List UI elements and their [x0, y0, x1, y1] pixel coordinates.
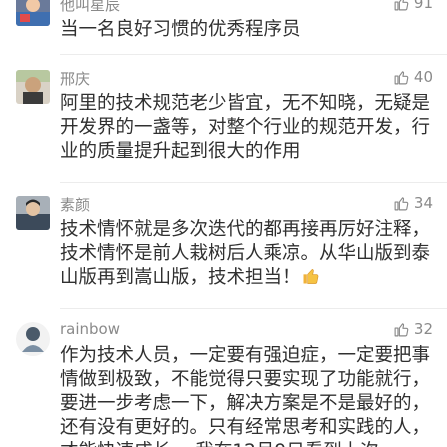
- comment-text: 阿里的技术规范老少皆宜，无不知晓，无疑是开发界的一盏等，对整个行业的规范开发，行…: [60, 93, 431, 162]
- like-count: 34: [413, 194, 433, 212]
- like-button[interactable]: 34: [393, 194, 433, 212]
- like-button[interactable]: 91: [393, 0, 433, 12]
- thumbs-up-icon: [394, 196, 409, 210]
- like-count: 40: [413, 68, 433, 86]
- avatar-image: [16, 0, 50, 26]
- comment-text: 当一名良好习惯的优秀程序员: [60, 19, 301, 40]
- thumbs-up-emoji: [303, 268, 318, 284]
- avatar-image: [16, 322, 50, 356]
- divider: [60, 182, 447, 183]
- comment-list: 他叫星辰 91 当一名良好习惯的优秀程序员 邢庆 40 阿里的技术规范老少皆宜，…: [0, 0, 447, 447]
- comment-author[interactable]: rainbow: [60, 320, 120, 338]
- like-count: 91: [413, 0, 433, 12]
- comment-author[interactable]: 他叫星辰: [60, 0, 120, 15]
- avatar-image: [16, 196, 50, 230]
- thumbs-up-icon: [394, 70, 409, 84]
- divider: [60, 308, 447, 309]
- like-button[interactable]: 32: [393, 320, 433, 338]
- comment-text: 技术情怀就是多次迭代的都再接再厉好注释，技术情怀是前人栽树后人乘凉。从华山版到泰…: [60, 218, 436, 290]
- avatar[interactable]: [16, 196, 50, 230]
- avatar[interactable]: [16, 322, 50, 356]
- like-button[interactable]: 40: [393, 68, 433, 86]
- comment-text-body: 技术情怀就是多次迭代的都再接再厉好注释，技术情怀是前人栽树后人乘凉。从华山版到泰…: [60, 219, 431, 288]
- comment-author[interactable]: 素颜: [60, 194, 90, 215]
- like-count: 32: [413, 320, 433, 338]
- thumbs-up-icon: [394, 0, 409, 10]
- comment-text: 作为技术人员，一定要有强迫症，一定要把事情做到极致，不能觉得只要实现了功能就行，…: [60, 345, 431, 447]
- avatar-image: [16, 70, 50, 104]
- thumbs-up-icon: [394, 322, 409, 336]
- divider: [60, 54, 447, 55]
- avatar[interactable]: [16, 0, 50, 26]
- comment-author[interactable]: 邢庆: [60, 68, 90, 89]
- avatar[interactable]: [16, 70, 50, 104]
